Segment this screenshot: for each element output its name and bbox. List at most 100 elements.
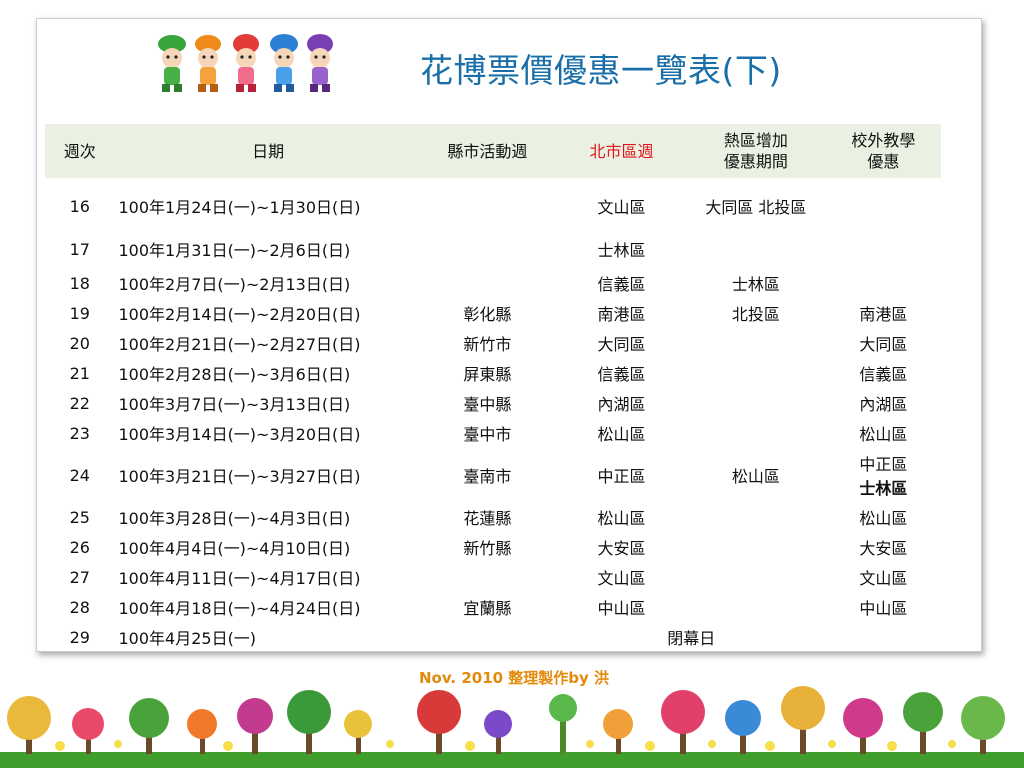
taipei-cell: 大同區 (597, 335, 646, 354)
school-cell: 文山區 (859, 569, 908, 588)
header-hot-line1: 熱區增加 (723, 131, 788, 150)
taipei-cell: 南港區 (597, 305, 646, 324)
header-hot-zone: 熱區增加 優惠期間 (686, 124, 826, 178)
week-cell: 20 (69, 333, 90, 353)
table-row: 25 100年3月28日(一)~4月3日(日) 花蓮縣 松山區 松山區 (45, 502, 941, 532)
header-school-trip: 校外教學 優惠 (826, 124, 941, 178)
date-cell: 100年3月21日(一)~3月27日(日) (118, 467, 361, 486)
table-row: 17 100年1月31日(一)~2月6日(日) 士林區 (45, 222, 941, 268)
table-row: 23 100年3月14日(一)~3月20日(日) 臺中市 松山區 松山區 (45, 418, 941, 448)
header-date: 日期 (252, 141, 285, 161)
hot-cell (686, 592, 826, 622)
hot-cell (686, 532, 826, 562)
county-cell: 臺南市 (463, 467, 512, 486)
taipei-cell: 中山區 (597, 599, 646, 618)
table-header-row: 週次 日期 縣市活動週 北市區週 熱區增加 優惠期間 校外教學 優惠 (45, 124, 941, 178)
date-cell: 100年4月11日(一)~4月17日(日) (118, 569, 361, 588)
header-hot-line2: 優惠期間 (723, 152, 788, 171)
week-cell: 29 (69, 627, 90, 647)
taipei-cell: 士林區 (597, 241, 646, 260)
hot-cell (686, 358, 826, 388)
week-cell: 23 (69, 423, 90, 443)
taipei-cell: 文山區 (597, 198, 646, 217)
hot-cell: 北投區 (731, 305, 780, 324)
date-cell: 100年1月24日(一)~1月30日(日) (118, 198, 361, 217)
school-cell (826, 268, 941, 298)
week-cell: 22 (69, 393, 90, 413)
taipei-cell: 信義區 (597, 275, 646, 294)
hot-cell (686, 388, 826, 418)
expo-mascots-illustration (158, 34, 333, 92)
county-cell: 彰化縣 (463, 305, 512, 324)
hot-cell (686, 328, 826, 358)
school-cell: 大同區 (859, 335, 908, 354)
table-row: 18 100年2月7日(一)~2月13日(日) 信義區 士林區 (45, 268, 941, 298)
ticket-discount-table: 週次 日期 縣市活動週 北市區週 熱區增加 優惠期間 校外教學 優惠 16 10… (45, 124, 941, 652)
school-cell (826, 222, 941, 268)
hot-cell (686, 222, 826, 268)
spacer-row (45, 178, 941, 190)
taipei-cell: 松山區 (597, 425, 646, 444)
county-cell: 臺中縣 (463, 395, 512, 414)
school-cell: 信義區 (859, 365, 908, 384)
date-cell: 100年4月25日(一) (118, 629, 257, 648)
week-cell: 19 (69, 303, 90, 323)
week-cell: 21 (69, 363, 90, 383)
date-cell: 100年4月4日(一)~4月10日(日) (118, 539, 351, 558)
school-cell: 松山區 (859, 425, 908, 444)
taipei-cell: 大安區 (597, 539, 646, 558)
school-cell-line2: 士林區 (859, 479, 908, 498)
header-school-line1: 校外教學 (851, 131, 916, 150)
school-cell: 大安區 (859, 539, 908, 558)
county-cell (418, 190, 557, 222)
table-row: 29 100年4月25日(一) 閉幕日 (45, 622, 941, 652)
county-cell: 宜蘭縣 (463, 599, 512, 618)
county-cell (418, 222, 557, 268)
county-cell: 花蓮縣 (463, 509, 512, 528)
date-cell: 100年2月7日(一)~2月13日(日) (118, 275, 351, 294)
table-row: 22 100年3月7日(一)~3月13日(日) 臺中縣 內湖區 內湖區 (45, 388, 941, 418)
week-cell: 26 (69, 537, 90, 557)
hot-cell (686, 502, 826, 532)
table-row: 24 100年3月21日(一)~3月27日(日) 臺南市 中正區 松山區 中正區… (45, 448, 941, 502)
taipei-cell: 內湖區 (597, 395, 646, 414)
county-cell (418, 622, 557, 652)
taipei-cell: 信義區 (597, 365, 646, 384)
header-school-line2: 優惠 (867, 152, 900, 171)
week-cell: 27 (69, 567, 90, 587)
school-cell: 中正區 士林區 (826, 448, 941, 502)
school-cell: 中山區 (859, 599, 908, 618)
header-county-week: 縣市活動週 (447, 141, 528, 161)
table-row: 26 100年4月4日(一)~4月10日(日) 新竹縣 大安區 大安區 (45, 532, 941, 562)
table-row: 27 100年4月11日(一)~4月17日(日) 文山區 文山區 (45, 562, 941, 592)
taipei-cell: 松山區 (597, 509, 646, 528)
date-cell: 100年3月7日(一)~3月13日(日) (118, 395, 351, 414)
county-cell (418, 268, 557, 298)
table-row: 19 100年2月14日(一)~2月20日(日) 彰化縣 南港區 北投區 南港區 (45, 298, 941, 328)
week-cell: 25 (69, 507, 90, 527)
week-cell: 17 (69, 239, 90, 259)
county-cell: 新竹縣 (463, 539, 512, 558)
header-taipei-district-week: 北市區週 (589, 141, 654, 161)
date-cell: 100年2月21日(一)~2月27日(日) (118, 335, 361, 354)
hot-cell (686, 562, 826, 592)
flower-garden-illustration (0, 686, 1024, 768)
table-row: 16 100年1月24日(一)~1月30日(日) 文山區 大同區 北投區 (45, 190, 941, 222)
week-cell: 24 (69, 465, 90, 485)
date-cell: 100年4月18日(一)~4月24日(日) (118, 599, 361, 618)
date-cell: 100年2月28日(一)~3月6日(日) (118, 365, 351, 384)
table-row: 20 100年2月21日(一)~2月27日(日) 新竹市 大同區 大同區 (45, 328, 941, 358)
page-title: 花博票價優惠一覽表(下) (420, 51, 782, 90)
date-cell: 100年1月31日(一)~2月6日(日) (118, 241, 351, 260)
closing-day-cell: 閉幕日 (667, 629, 716, 648)
hot-cell: 松山區 (731, 467, 780, 486)
week-cell: 18 (69, 273, 90, 293)
county-cell: 屏東縣 (463, 365, 512, 384)
hot-cell: 士林區 (731, 275, 780, 294)
header-week: 週次 (63, 141, 96, 161)
taipei-cell: 文山區 (597, 569, 646, 588)
school-cell-line1: 中正區 (859, 455, 908, 474)
table-row: 21 100年2月28日(一)~3月6日(日) 屏東縣 信義區 信義區 (45, 358, 941, 388)
week-cell: 28 (69, 597, 90, 617)
school-cell (826, 622, 941, 652)
